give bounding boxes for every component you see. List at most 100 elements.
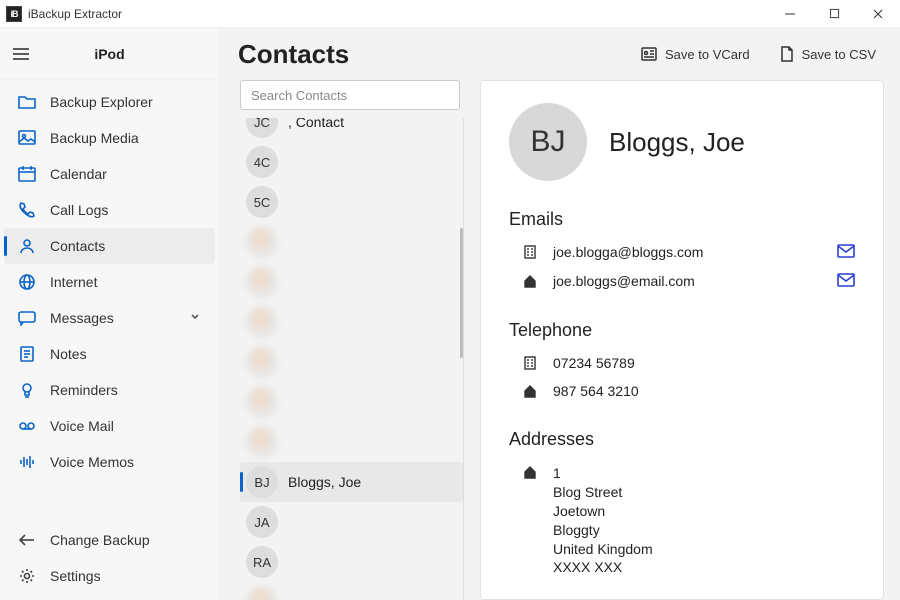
sidebar: iPod Backup Explorer Backup Media Calend… [0,28,220,600]
avatar: BJ [246,466,278,498]
list-item[interactable] [240,222,463,262]
list-item[interactable] [240,382,463,422]
sidebar-item-label: Change Backup [50,532,150,548]
tel-value: 987 564 3210 [553,383,855,399]
section-title: Emails [509,209,855,230]
sidebar-item-label: Backup Explorer [50,94,153,110]
file-icon [780,46,794,62]
sidebar-item-label: Internet [50,274,97,290]
contact-list[interactable]: JC , Contact 4C 5C [240,118,464,600]
sidebar-item-change-backup[interactable]: Change Backup [4,522,215,558]
nav: Backup Explorer Backup Media Calendar Ca… [0,80,219,522]
address-field: 1 Blog Street Joetown Bloggty United Kin… [509,460,855,585]
sidebar-item-label: Settings [50,568,101,584]
globe-icon [18,274,36,290]
titlebar: iB iBackup Extractor [0,0,900,28]
building-icon [523,245,539,259]
save-csv-label: Save to CSV [802,47,876,62]
avatar: JC [246,118,278,138]
building-icon [523,356,539,370]
avatar [246,346,278,378]
save-vcard-label: Save to VCard [665,47,750,62]
vcard-icon [641,47,657,61]
content: Contacts Save to VCard Save to CSV [220,28,900,600]
list-item[interactable] [240,582,463,600]
list-item[interactable] [240,262,463,302]
search-input[interactable] [240,80,460,110]
sidebar-item-messages[interactable]: Messages [4,300,215,336]
sidebar-item-label: Call Logs [50,202,108,218]
home-icon [523,384,539,398]
email-value: joe.blogga@bloggs.com [553,244,823,260]
list-item[interactable]: JC , Contact [240,118,463,142]
sidebar-item-backup-media[interactable]: Backup Media [4,120,215,156]
sidebar-item-backup-explorer[interactable]: Backup Explorer [4,84,215,120]
minimize-button[interactable] [768,0,812,28]
sidebar-item-label: Contacts [50,238,105,254]
sidebar-item-label: Voice Mail [50,418,114,434]
contact-name: , Contact [288,118,344,130]
close-button[interactable] [856,0,900,28]
sidebar-item-label: Reminders [50,382,118,398]
detail-name: Bloggs, Joe [609,127,745,158]
app-title: iBackup Extractor [28,7,122,21]
list-item[interactable]: JA [240,502,463,542]
sidebar-item-contacts[interactable]: Contacts [4,228,215,264]
sidebar-item-reminders[interactable]: Reminders [4,372,215,408]
contact-list-column: JC , Contact 4C 5C [240,80,472,600]
app-icon: iB [6,6,22,22]
avatar [246,266,278,298]
list-item[interactable] [240,302,463,342]
list-item[interactable]: 4C [240,142,463,182]
home-icon [523,274,539,288]
avatar: 4C [246,146,278,178]
email-value: joe.bloggs@email.com [553,273,823,289]
list-item[interactable] [240,422,463,462]
sidebar-item-label: Voice Memos [50,454,134,470]
maximize-button[interactable] [812,0,856,28]
device-name: iPod [42,46,207,62]
folder-icon [18,94,36,110]
chevron-down-icon [189,310,201,326]
mail-icon[interactable] [837,273,855,290]
sidebar-item-settings[interactable]: Settings [4,558,215,594]
avatar [246,426,278,458]
contacts-icon [18,238,36,254]
avatar: 5C [246,186,278,218]
emails-section: Emails joe.blogga@bloggs.com joe.bloggs@… [509,209,855,298]
sidebar-header: iPod [0,28,219,80]
sidebar-item-voice-memos[interactable]: Voice Memos [4,444,215,480]
sidebar-item-call-logs[interactable]: Call Logs [4,192,215,228]
calendar-icon [18,166,36,182]
phone-icon [18,202,36,218]
sidebar-item-notes[interactable]: Notes [4,336,215,372]
save-vcard-button[interactable]: Save to VCard [635,43,756,66]
email-field: joe.bloggs@email.com [509,269,855,298]
list-item[interactable] [240,342,463,382]
address-value: 1 Blog Street Joetown Bloggty United Kin… [553,464,855,577]
section-title: Telephone [509,320,855,341]
tel-field: 07234 56789 [509,351,855,379]
list-item-selected[interactable]: BJ Bloggs, Joe [240,462,463,502]
page-title: Contacts [238,39,349,70]
save-csv-button[interactable]: Save to CSV [774,42,882,66]
hamburger-icon[interactable] [12,47,42,61]
list-item[interactable]: 5C [240,182,463,222]
detail-avatar: BJ [509,103,587,181]
section-title: Addresses [509,429,855,450]
sidebar-item-calendar[interactable]: Calendar [4,156,215,192]
sidebar-item-internet[interactable]: Internet [4,264,215,300]
email-field: joe.blogga@bloggs.com [509,240,855,269]
mail-icon[interactable] [837,244,855,261]
avatar [246,586,278,600]
list-item[interactable]: RA [240,542,463,582]
avatar [246,226,278,258]
message-icon [18,310,36,326]
scrollbar-thumb[interactable] [460,228,463,358]
contact-detail-card: BJ Bloggs, Joe Emails joe.blogga@bloggs.… [480,80,884,600]
sidebar-item-voice-mail[interactable]: Voice Mail [4,408,215,444]
avatar: JA [246,506,278,538]
sidebar-item-label: Calendar [50,166,107,182]
avatar [246,306,278,338]
back-arrow-icon [18,532,36,548]
